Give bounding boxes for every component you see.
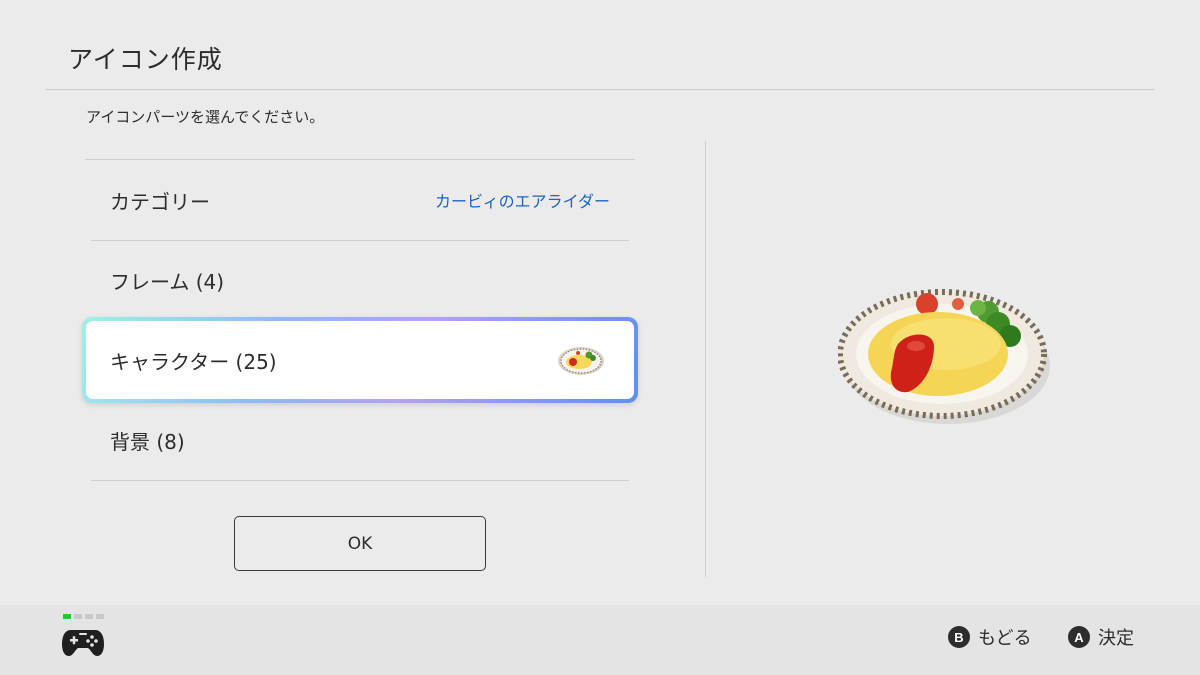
row-divider — [91, 480, 629, 481]
back-hint-label: もどる — [978, 628, 1032, 649]
a-button-icon: A — [1068, 626, 1090, 648]
b-button-icon: B — [948, 626, 970, 648]
confirm-hint[interactable]: A 決定 — [1068, 624, 1134, 650]
instruction-text: アイコンパーツを選んでください。 — [86, 108, 325, 126]
player-indicator — [63, 614, 104, 619]
character-row[interactable]: キャラクター (25) — [82, 317, 638, 403]
omelette-rice-icon — [558, 347, 604, 375]
category-value: カービィのエアライダー — [434, 192, 610, 211]
page-title: アイコン作成 — [68, 45, 223, 74]
title-divider — [45, 89, 1155, 90]
gamepad-icon — [62, 630, 104, 656]
background-row[interactable]: 背景 (8) — [85, 400, 635, 480]
back-hint[interactable]: B もどる — [948, 624, 1032, 650]
background-label: 背景 (8) — [110, 429, 185, 454]
frame-label: フレーム (4) — [110, 269, 225, 294]
confirm-hint-label: 決定 — [1098, 628, 1134, 649]
category-label: カテゴリー — [110, 189, 210, 214]
character-label: キャラクター (25) — [110, 349, 277, 374]
character-row-body: キャラクター (25) — [86, 321, 634, 399]
panel-divider — [705, 141, 706, 577]
preview-image — [838, 289, 1050, 424]
frame-row[interactable]: フレーム (4) — [85, 240, 635, 320]
category-row[interactable]: カテゴリー カービィのエアライダー — [85, 160, 635, 240]
ok-button[interactable]: OK — [234, 516, 486, 571]
